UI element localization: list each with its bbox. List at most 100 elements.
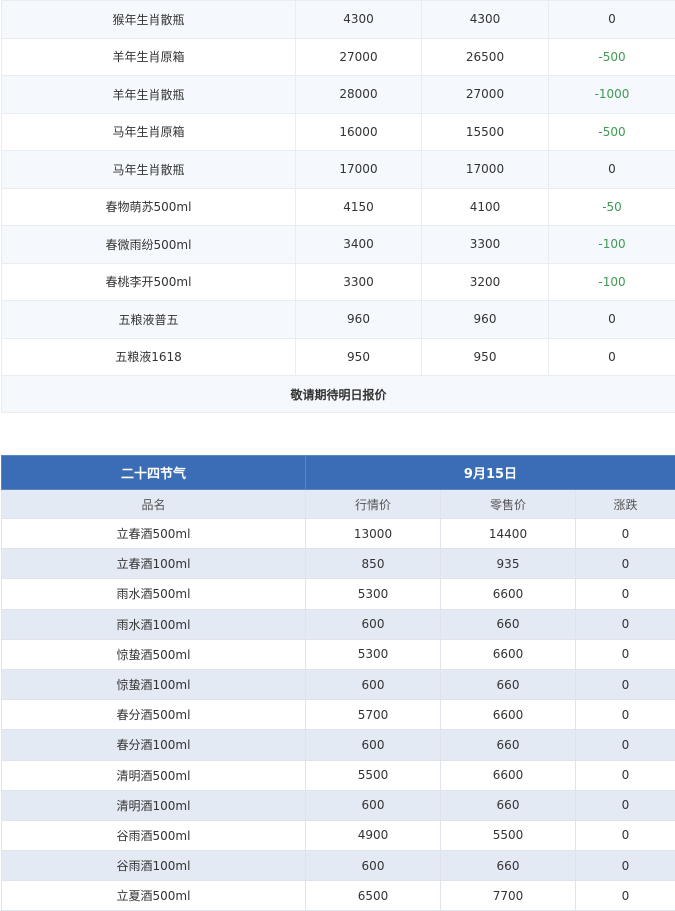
product-name: 羊年生肖原箱 <box>1 37 296 76</box>
column-header-name: 品名 <box>1 489 306 519</box>
retail-price: 14400 <box>440 517 576 550</box>
price-change: 0 <box>575 880 675 911</box>
retail-price: 660 <box>440 789 576 821</box>
product-name: 雨水酒500ml <box>1 578 306 610</box>
retail-price: 3200 <box>421 262 549 301</box>
price-table-solar-terms: 二十四节气 9月15日 品名 行情价 零售价 涨跌 立春酒500ml 13000 1… <box>1 455 675 911</box>
product-name: 春分酒100ml <box>1 729 306 761</box>
retail-price: 4300 <box>421 0 549 39</box>
table-row: 春物萌苏500ml 4150 4100 -50 <box>1 187 675 226</box>
retail-price: 660 <box>440 668 576 701</box>
price-change: -1000 <box>548 75 675 114</box>
retail-price: 6600 <box>440 699 576 731</box>
table-row: 立春酒500ml 13000 14400 0 <box>1 517 675 550</box>
product-name: 立春酒100ml <box>1 548 306 580</box>
column-header-row: 品名 行情价 零售价 涨跌 <box>1 489 675 519</box>
table-row: 雨水酒100ml 600 660 0 <box>1 608 675 640</box>
column-header-retail: 零售价 <box>440 489 576 519</box>
product-name: 猴年生肖散瓶 <box>1 0 296 39</box>
price-change: -500 <box>548 112 675 151</box>
table-row: 五粮液普五 960 960 0 <box>1 300 675 339</box>
retail-price: 15500 <box>421 112 549 151</box>
table-row: 惊蛰酒500ml 5300 6600 0 <box>1 638 675 670</box>
price-change: 0 <box>575 729 675 761</box>
product-name: 五粮液普五 <box>1 300 296 339</box>
market-price: 850 <box>305 548 441 580</box>
price-change: 0 <box>575 548 675 580</box>
retail-price: 7700 <box>440 880 576 911</box>
market-price: 950 <box>295 337 422 376</box>
product-name: 雨水酒100ml <box>1 608 306 640</box>
table-row: 五粮液1618 950 950 0 <box>1 337 675 376</box>
retail-price: 6600 <box>440 638 576 670</box>
product-name: 羊年生肖散瓶 <box>1 75 296 114</box>
retail-price: 660 <box>440 608 576 640</box>
product-name: 谷雨酒100ml <box>1 850 306 882</box>
product-name: 五粮液1618 <box>1 337 296 376</box>
price-change: 0 <box>548 337 675 376</box>
table-row: 谷雨酒100ml 600 660 0 <box>1 850 675 882</box>
price-change: 0 <box>575 608 675 640</box>
price-change: 0 <box>548 0 675 39</box>
product-name: 立春酒500ml <box>1 517 306 550</box>
table-row: 羊年生肖原箱 27000 26500 -500 <box>1 37 675 76</box>
table-row: 立夏酒500ml 6500 7700 0 <box>1 880 675 911</box>
retail-price: 5500 <box>440 819 576 852</box>
market-price: 600 <box>305 608 441 640</box>
market-price: 5300 <box>305 638 441 670</box>
market-price: 4300 <box>295 0 422 39</box>
table-row: 谷雨酒500ml 4900 5500 0 <box>1 819 675 852</box>
table-row: 猴年生肖散瓶 4300 4300 0 <box>1 0 675 39</box>
market-price: 13000 <box>305 517 441 550</box>
market-price: 600 <box>305 729 441 761</box>
price-change: 0 <box>575 819 675 852</box>
retail-price: 950 <box>421 337 549 376</box>
table-row: 春分酒500ml 5700 6600 0 <box>1 699 675 731</box>
market-price: 17000 <box>295 150 422 189</box>
product-name: 春分酒500ml <box>1 699 306 731</box>
retail-price: 6600 <box>440 759 576 791</box>
table-date: 9月15日 <box>305 455 675 490</box>
retail-price: 660 <box>440 729 576 761</box>
retail-price: 27000 <box>421 75 549 114</box>
table-title: 二十四节气 <box>1 455 306 490</box>
price-change: 0 <box>548 300 675 339</box>
table-row: 春微雨纷500ml 3400 3300 -100 <box>1 225 675 264</box>
price-change: 0 <box>575 578 675 610</box>
notice-text: 敬请期待明日报价 <box>1 375 675 413</box>
market-price: 600 <box>305 850 441 882</box>
column-header-change: 涨跌 <box>575 489 675 519</box>
product-name: 谷雨酒500ml <box>1 819 306 852</box>
market-price: 600 <box>305 668 441 701</box>
product-name: 春物萌苏500ml <box>1 187 296 226</box>
price-change: 0 <box>575 638 675 670</box>
price-change: 0 <box>575 699 675 731</box>
price-change: 0 <box>575 668 675 701</box>
table-title-row: 二十四节气 9月15日 <box>1 455 675 490</box>
market-price: 28000 <box>295 75 422 114</box>
product-name: 马年生肖原箱 <box>1 112 296 151</box>
table-row: 雨水酒500ml 5300 6600 0 <box>1 578 675 610</box>
table-row: 春分酒100ml 600 660 0 <box>1 729 675 761</box>
market-price: 27000 <box>295 37 422 76</box>
table-row: 立春酒100ml 850 935 0 <box>1 548 675 580</box>
product-name: 清明酒500ml <box>1 759 306 791</box>
market-price: 600 <box>305 789 441 821</box>
market-price: 16000 <box>295 112 422 151</box>
product-name: 春微雨纷500ml <box>1 225 296 264</box>
price-change: -100 <box>548 225 675 264</box>
price-change: 0 <box>575 759 675 791</box>
table-row: 羊年生肖散瓶 28000 27000 -1000 <box>1 75 675 114</box>
price-change: -50 <box>548 187 675 226</box>
price-change: 0 <box>548 150 675 189</box>
retail-price: 935 <box>440 548 576 580</box>
price-change: 0 <box>575 789 675 821</box>
table-row: 清明酒500ml 5500 6600 0 <box>1 759 675 791</box>
market-price: 3400 <box>295 225 422 264</box>
market-price: 5500 <box>305 759 441 791</box>
table-row: 马年生肖原箱 16000 15500 -500 <box>1 112 675 151</box>
price-change: -100 <box>548 262 675 301</box>
market-price: 6500 <box>305 880 441 911</box>
table-row: 春桃李开500ml 3300 3200 -100 <box>1 262 675 301</box>
market-price: 960 <box>295 300 422 339</box>
